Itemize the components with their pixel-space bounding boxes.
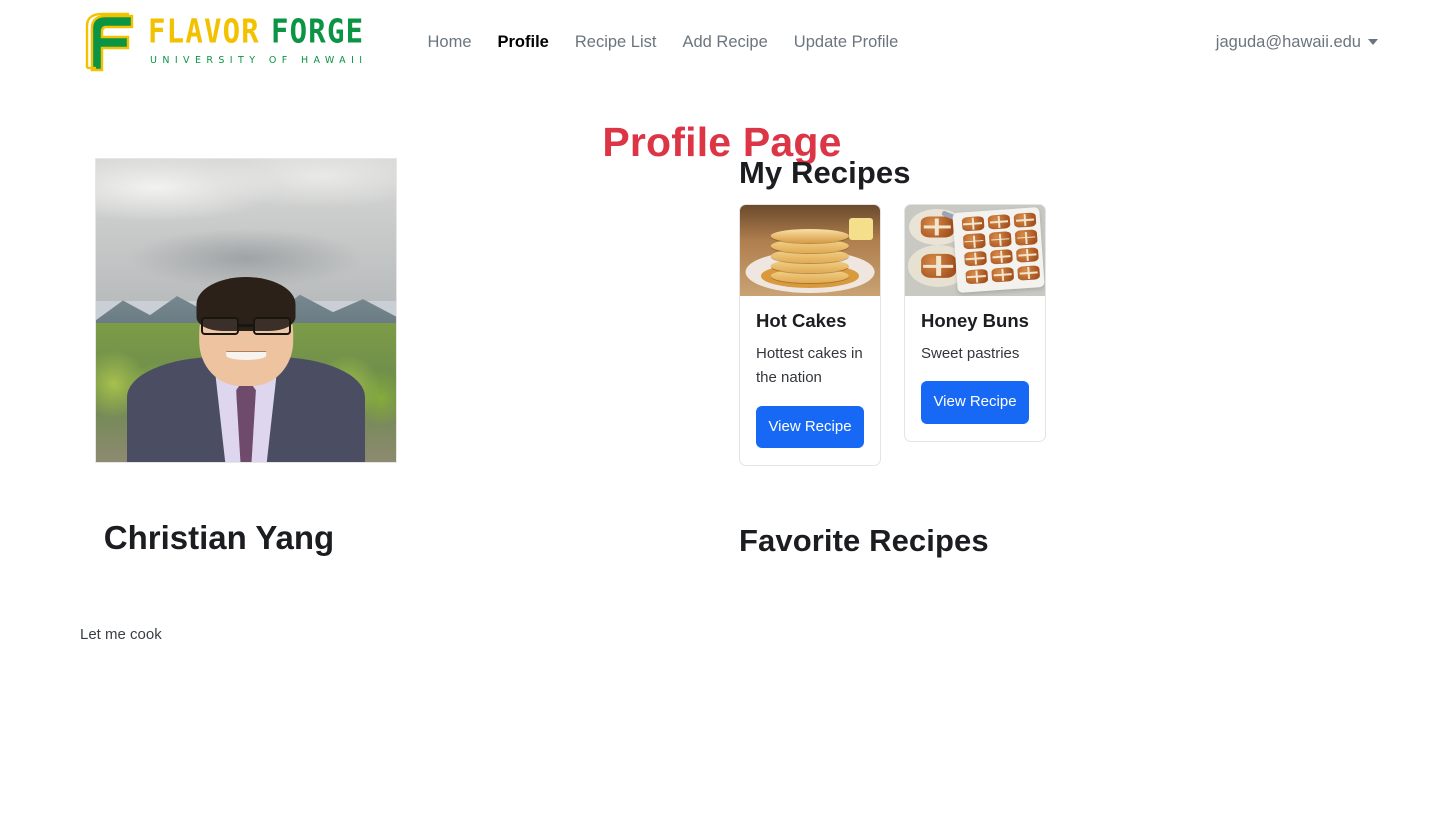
user-email-dropdown[interactable]: jaguda@hawaii.edu [1216,33,1378,52]
recipe-card-description: Sweet pastries [921,344,1020,362]
profile-bio: Let me cook [80,626,162,643]
nav-link-home[interactable]: Home [414,25,484,60]
nav-item-home: Home [414,25,484,60]
view-recipe-button[interactable]: View Recipe [921,381,1029,424]
nav-item-profile: Profile [485,25,562,60]
nav-item-update-profile: Update Profile [781,25,912,60]
recipe-card-title: Hot Cakes [756,310,847,331]
photo-person [127,276,365,462]
nav-link-profile[interactable]: Profile [485,25,562,60]
recipe-card-image-hot-cakes [740,205,880,296]
recipe-card[interactable]: Hot Cakes Hottest cakes in the nation Vi… [739,204,881,467]
recipe-card[interactable]: Honey Buns Sweet pastries View Recipe [904,204,1046,442]
buns-photo-bun [1015,230,1039,246]
buns-photo-bun [920,216,954,238]
my-recipes-card-list: Hot Cakes Hottest cakes in the nation Vi… [739,204,1299,467]
pancake-photo-butter [849,217,873,240]
recipe-card-title: Honey Buns [921,310,1029,331]
buns-photo-bun [1017,265,1041,282]
nav-item-add-recipe: Add Recipe [669,25,780,60]
brand-wordmark: FLAVOR FORGE UNIVERSITY OF HAWAII [148,14,368,66]
main-nav: Home Profile Recipe List Add Recipe Upda… [414,25,911,60]
buns-photo-bun [987,214,1012,231]
pancake-layer [770,228,850,243]
pancake-photo-stack [770,220,850,284]
buns-photo-bun [1016,247,1040,264]
recipe-card-body: Hot Cakes Hottest cakes in the nation Vi… [740,296,880,465]
buns-photo-bun [988,231,1013,248]
recipe-card-body: Honey Buns Sweet pastries View Recipe [905,296,1045,441]
buns-photo-bun [964,251,988,268]
photo-glasses [201,316,291,335]
buns-photo-bun [991,267,1015,284]
view-recipe-button[interactable]: View Recipe [756,406,864,449]
recipe-card-description: Hottest cakes in the nation [756,344,863,387]
navbar-right: jaguda@hawaii.edu [1216,33,1378,52]
buns-photo-bun [920,253,957,279]
brand-logo-link[interactable]: FLAVOR FORGE UNIVERSITY OF HAWAII [82,12,367,72]
user-email-label: jaguda@hawaii.edu [1215,32,1361,51]
photo-glasses-lens-left [201,316,239,335]
nav-link-recipe-list[interactable]: Recipe List [562,25,670,60]
profile-avatar [95,158,397,463]
photo-smile [226,351,266,361]
photo-glasses-bridge [238,324,254,327]
profile-left-column: Christian Yang Let me cook [64,158,684,643]
buns-photo-bun [1013,212,1038,229]
photo-glasses-lens-right [253,316,291,335]
chevron-down-icon [1368,39,1378,45]
nav-item-recipe-list: Recipe List [562,25,670,60]
profile-avatar-image [96,159,396,462]
nav-link-add-recipe[interactable]: Add Recipe [669,25,780,60]
my-recipes-heading: My Recipes [739,155,911,190]
brand-word-forge: FORGE [270,11,365,50]
buns-photo-bun [990,249,1014,266]
profile-right-column: My Recipes Hot Cakes Hottest cakes in th… [739,155,1299,572]
buns-photo-bun [962,233,987,250]
flavor-forge-f-logo-icon [85,12,134,72]
top-navbar: FLAVOR FORGE UNIVERSITY OF HAWAII Home P… [0,0,1444,84]
recipe-card-image-honey-buns [905,205,1045,296]
buns-photo-bun [965,269,989,285]
buns-photo-bun [961,216,986,233]
brand-wordmark-line: FLAVOR FORGE [148,14,367,48]
brand-subtitle: UNIVERSITY OF HAWAII [150,54,368,66]
favorite-recipes-heading: Favorite Recipes [739,523,989,559]
profile-name: Christian Yang [103,519,335,556]
nav-link-update-profile[interactable]: Update Profile [781,25,912,60]
brand-word-flavor: FLAVOR [148,11,260,50]
buns-photo-tray [952,207,1045,294]
buns-photo-grid [961,212,1041,285]
